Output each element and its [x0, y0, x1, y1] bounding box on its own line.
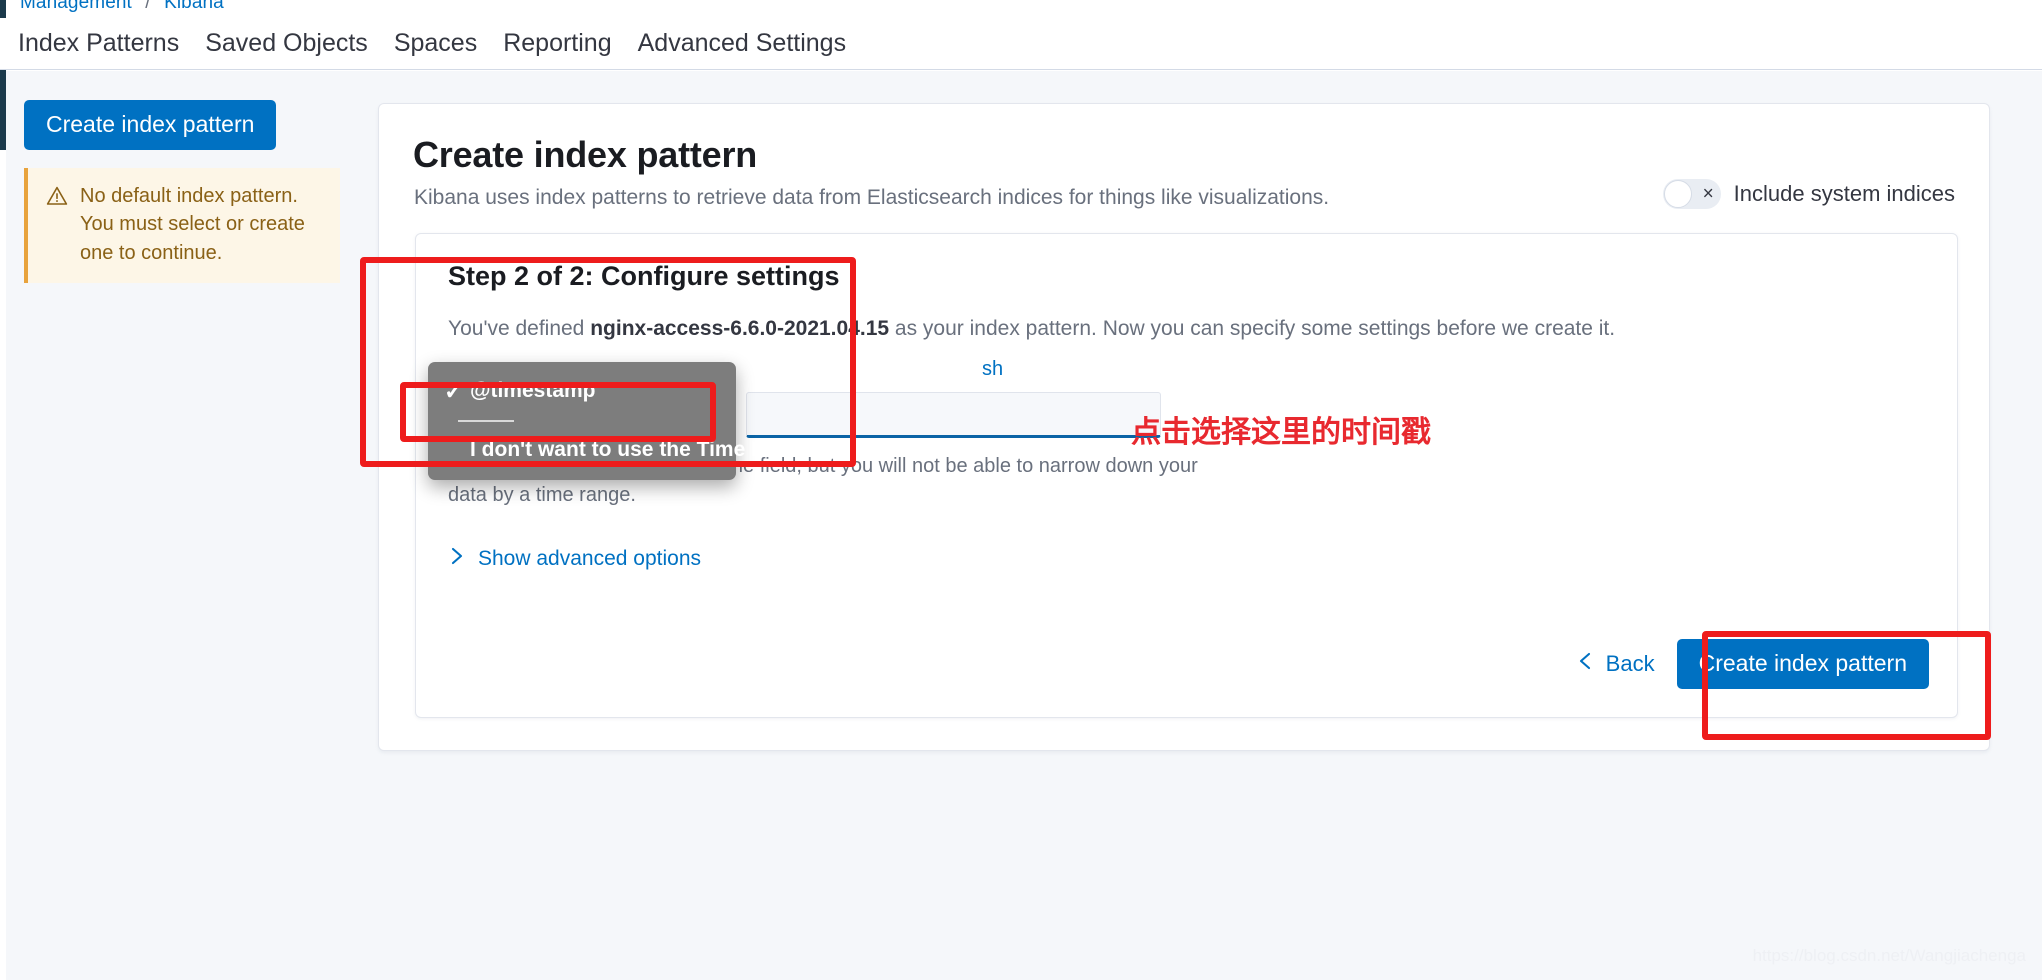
step-footer-actions: Back Create index pattern — [1578, 639, 1929, 689]
include-system-indices-control: × Include system indices — [1662, 179, 1955, 209]
show-advanced-options-label: Show advanced options — [478, 547, 701, 570]
time-field-dropdown: ✓ @timestamp I don't want to use the Tim… — [428, 362, 802, 480]
index-pattern-name: nginx-access-6.6.0-2021.04.15 — [590, 317, 890, 340]
step-description-suffix: as your index pattern. Now you can speci… — [889, 317, 1616, 340]
warning-triangle-icon — [46, 185, 68, 207]
include-system-indices-toggle[interactable]: × — [1662, 179, 1721, 209]
check-icon: ✓ — [444, 377, 464, 404]
callout-message: No default index pattern. You must selec… — [80, 185, 305, 264]
time-field-select[interactable] — [746, 392, 1161, 438]
close-icon: × — [1702, 183, 1714, 205]
breadcrumb-item-management[interactable]: Management — [20, 0, 132, 13]
back-button[interactable]: Back — [1578, 651, 1655, 677]
include-system-indices-label: Include system indices — [1733, 181, 1955, 206]
dropdown-divider — [458, 420, 514, 422]
breadcrumb: Management / Kibana — [20, 0, 224, 14]
breadcrumb-item-kibana[interactable]: Kibana — [164, 0, 224, 13]
toggle-knob — [1663, 180, 1692, 208]
dropdown-option-label: @timestamp — [470, 379, 596, 402]
dropdown-option-timestamp[interactable]: ✓ @timestamp — [428, 371, 736, 411]
step-description-prefix: You've defined — [448, 317, 591, 340]
dropdown-option-no-time-filter[interactable]: I don't want to use the Time Filter — [428, 430, 802, 470]
dropdown-option-label: I don't want to use the Time Filter — [470, 438, 803, 461]
nav-tabs: Index Patterns Saved Objects Spaces Repo… — [0, 18, 2042, 70]
step-description: You've defined nginx-access-6.6.0-2021.0… — [448, 317, 1615, 341]
chevron-left-icon — [1578, 651, 1593, 677]
tab-reporting[interactable]: Reporting — [503, 31, 611, 56]
back-label: Back — [1605, 651, 1655, 676]
annotation-note: 点击选择这里的时间戳 — [1131, 416, 1431, 449]
page-subtitle: Kibana uses index patterns to retrieve d… — [414, 186, 1330, 209]
tab-advanced-settings[interactable]: Advanced Settings — [638, 31, 846, 56]
refresh-fields-link[interactable]: sh — [982, 358, 1003, 381]
page-title: Create index pattern — [413, 134, 758, 175]
sidebar: Create index pattern No default index pa… — [24, 100, 364, 284]
tab-spaces[interactable]: Spaces — [394, 31, 477, 56]
watermark: https://blog.csdn.net/Wangjiachenga — [1752, 946, 2026, 965]
tab-index-patterns[interactable]: Index Patterns — [18, 31, 179, 56]
show-advanced-options-link[interactable]: Show advanced options — [450, 546, 701, 572]
create-index-pattern-button[interactable]: Create index pattern — [1676, 639, 1929, 689]
no-default-index-pattern-callout: No default index pattern. You must selec… — [24, 168, 340, 284]
create-index-pattern-button-sidebar[interactable]: Create index pattern — [24, 100, 277, 150]
tab-saved-objects[interactable]: Saved Objects — [205, 31, 368, 56]
step-title: Step 2 of 2: Configure settings — [448, 261, 840, 291]
breadcrumb-separator: / — [145, 0, 151, 13]
chevron-right-icon — [450, 546, 465, 572]
